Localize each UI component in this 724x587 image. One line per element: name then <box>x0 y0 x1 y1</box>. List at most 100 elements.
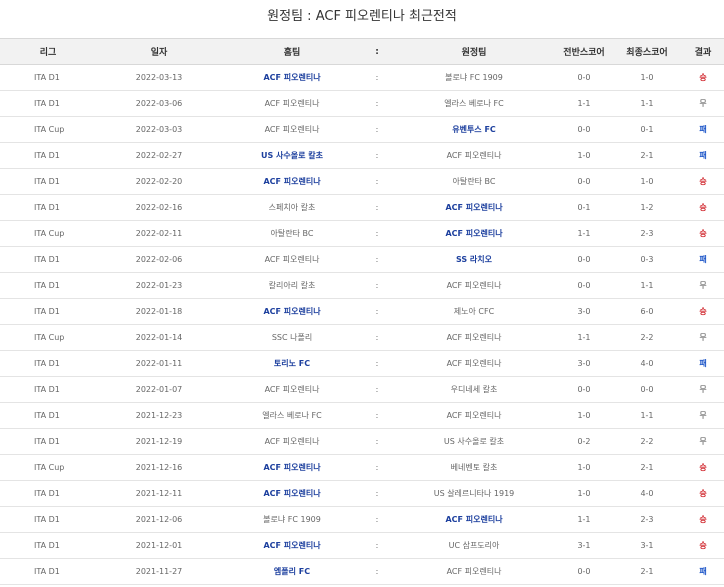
half-score-cell: 0-0 <box>556 272 612 299</box>
final-score-cell: 0-1 <box>612 116 682 143</box>
result-cell: 패 <box>682 558 724 585</box>
date-cell: 2022-01-14 <box>96 324 222 351</box>
result-cell: 패 <box>682 142 724 169</box>
away-team-cell[interactable]: ACF 피오렌티나 <box>392 194 556 221</box>
table-row: ITA D1 2022-02-20 ACF 피오렌티나: 아탈란타 BC 0-0 1-0 승 <box>0 168 724 195</box>
separator-cell: : <box>362 220 392 247</box>
separator-cell: : <box>362 90 392 117</box>
final-score-cell: 1-1 <box>612 272 682 299</box>
home-team-cell[interactable]: ACF 피오렌티나 <box>222 480 362 507</box>
table-row: ITA D1 2021-12-19 ACF 피오렌티나: US 사수올로 칼초 0-2 2… <box>0 428 724 455</box>
final-score-cell: 2-1 <box>612 558 682 585</box>
away-team-cell: ACF 피오렌티나 <box>392 350 556 377</box>
league-cell: ITA D1 <box>0 90 96 117</box>
final-score-cell: 1-0 <box>612 64 682 91</box>
separator-cell: : <box>362 454 392 481</box>
table-row: ITA Cup 2022-02-11 아탈란타 BC: ACF 피오렌티나 1-1 2-3… <box>0 220 724 247</box>
home-team-cell[interactable]: ACF 피오렌티나 <box>222 298 362 325</box>
away-team-cell: ACF 피오렌티나 <box>392 272 556 299</box>
result-cell: 승 <box>682 532 724 559</box>
home-team-cell[interactable]: ACF 피오렌티나 <box>222 454 362 481</box>
date-cell: 2021-12-06 <box>96 506 222 533</box>
half-score-cell: 1-1 <box>556 324 612 351</box>
half-score-cell: 0-0 <box>556 116 612 143</box>
table-row: ITA D1 2022-03-13 ACF 피오렌티나: 볼로냐 FC 1909 0-0… <box>0 64 724 91</box>
league-cell: ITA Cup <box>0 324 96 351</box>
home-team-cell[interactable]: 엠폴리 FC <box>222 558 362 585</box>
result-cell: 승 <box>682 454 724 481</box>
separator-cell: : <box>362 298 392 325</box>
date-cell: 2021-11-27 <box>96 558 222 585</box>
away-team-cell[interactable]: SS 라치오 <box>392 246 556 273</box>
date-cell: 2021-12-01 <box>96 532 222 559</box>
header-separator: : <box>362 38 392 65</box>
half-score-cell: 0-0 <box>556 246 612 273</box>
half-score-cell: 3-0 <box>556 298 612 325</box>
result-cell: 승 <box>682 64 724 91</box>
league-cell: ITA D1 <box>0 506 96 533</box>
header-date: 일자 <box>96 38 222 65</box>
away-team-cell: US 사수올로 칼초 <box>392 428 556 455</box>
home-team-cell: ACF 피오렌티나 <box>222 116 362 143</box>
table-row: ITA D1 2021-12-01 ACF 피오렌티나: UC 삼프도리아 3-1 3-1… <box>0 532 724 559</box>
home-team-cell: ACF 피오렌티나 <box>222 428 362 455</box>
table-row: ITA D1 2021-12-06 볼로냐 FC 1909: ACF 피오렌티나 1-1… <box>0 506 724 533</box>
header-league: 리그 <box>0 38 96 65</box>
home-team-cell[interactable]: ACF 피오렌티나 <box>222 532 362 559</box>
league-cell: ITA D1 <box>0 272 96 299</box>
final-score-cell: 1-1 <box>612 402 682 429</box>
league-cell: ITA D1 <box>0 142 96 169</box>
separator-cell: : <box>362 532 392 559</box>
final-score-cell: 1-2 <box>612 194 682 221</box>
league-cell: ITA D1 <box>0 298 96 325</box>
final-score-cell: 2-3 <box>612 506 682 533</box>
away-team-cell[interactable]: 유벤투스 FC <box>392 116 556 143</box>
date-cell: 2022-01-11 <box>96 350 222 377</box>
result-cell: 패 <box>682 350 724 377</box>
date-cell: 2022-02-16 <box>96 194 222 221</box>
away-team-cell: 볼로냐 FC 1909 <box>392 64 556 91</box>
away-team-cell[interactable]: ACF 피오렌티나 <box>392 220 556 247</box>
home-team-cell: 볼로냐 FC 1909 <box>222 506 362 533</box>
home-team-cell: 엘라스 베로나 FC <box>222 402 362 429</box>
final-score-cell: 2-2 <box>612 324 682 351</box>
separator-cell: : <box>362 194 392 221</box>
away-team-cell: ACF 피오렌티나 <box>392 402 556 429</box>
separator-cell: : <box>362 324 392 351</box>
half-score-cell: 0-0 <box>556 376 612 403</box>
league-cell: ITA D1 <box>0 168 96 195</box>
league-cell: ITA D1 <box>0 64 96 91</box>
league-cell: ITA D1 <box>0 376 96 403</box>
result-cell: 승 <box>682 194 724 221</box>
home-team-cell[interactable]: US 사수올로 칼초 <box>222 142 362 169</box>
away-team-cell: 베네벤토 칼초 <box>392 454 556 481</box>
result-cell: 승 <box>682 220 724 247</box>
table-row: ITA Cup 2022-01-14 SSC 나폴리: ACF 피오렌티나 1-1 2-2… <box>0 324 724 351</box>
date-cell: 2022-03-13 <box>96 64 222 91</box>
home-team-cell[interactable]: ACF 피오렌티나 <box>222 168 362 195</box>
separator-cell: : <box>362 376 392 403</box>
home-team-cell[interactable]: ACF 피오렌티나 <box>222 64 362 91</box>
home-team-cell[interactable]: 토리노 FC <box>222 350 362 377</box>
away-team-cell: 엘라스 베로나 FC <box>392 90 556 117</box>
league-cell: ITA Cup <box>0 454 96 481</box>
table-row: ITA D1 2022-02-16 스페치아 칼초: ACF 피오렌티나 0-1 1-2 승 <box>0 194 724 221</box>
separator-cell: : <box>362 428 392 455</box>
league-cell: ITA Cup <box>0 116 96 143</box>
half-score-cell: 1-0 <box>556 142 612 169</box>
separator-cell: : <box>362 350 392 377</box>
header-half-score: 전반스코어 <box>556 38 612 65</box>
result-cell: 패 <box>682 246 724 273</box>
half-score-cell: 0-2 <box>556 428 612 455</box>
league-cell: ITA D1 <box>0 246 96 273</box>
league-cell: ITA D1 <box>0 480 96 507</box>
result-cell: 무 <box>682 324 724 351</box>
away-team-cell[interactable]: ACF 피오렌티나 <box>392 506 556 533</box>
separator-cell: : <box>362 558 392 585</box>
half-score-cell: 0-0 <box>556 168 612 195</box>
home-team-cell: ACF 피오렌티나 <box>222 246 362 273</box>
header-home-team: 홈팀 <box>222 38 362 65</box>
final-score-cell: 1-0 <box>612 168 682 195</box>
separator-cell: : <box>362 142 392 169</box>
result-cell: 승 <box>682 298 724 325</box>
